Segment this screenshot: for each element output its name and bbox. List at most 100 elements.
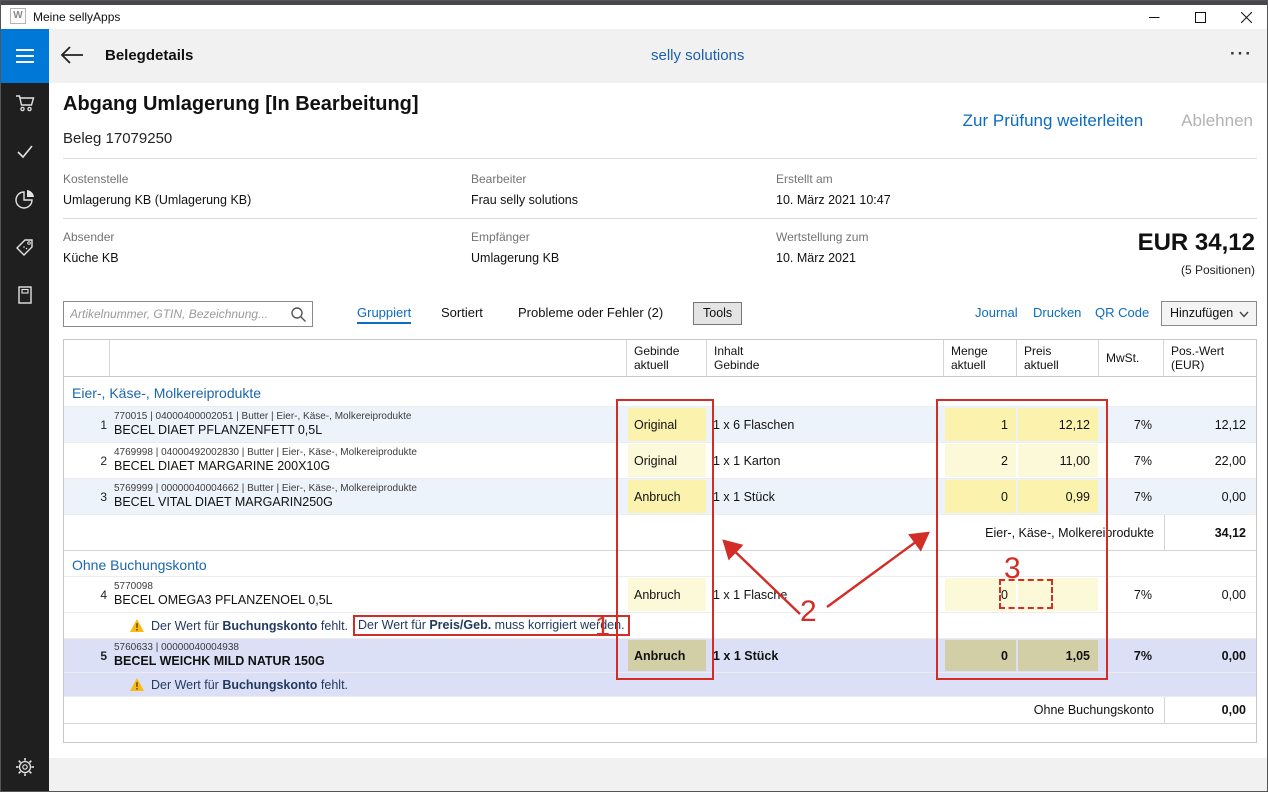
sidebar-item-settings[interactable] <box>13 755 37 779</box>
menge-cell[interactable]: 0 <box>945 640 1016 671</box>
document-total: EUR 34,12 <box>1138 229 1255 257</box>
preis-cell[interactable]: 11,00 <box>1018 444 1098 477</box>
gebinde-cell[interactable]: Anbruch <box>628 640 706 671</box>
content-bottom-area <box>49 758 1268 792</box>
check-icon <box>13 139 37 163</box>
article-name: BECEL VITAL DIAET MARGARIN250G <box>114 495 627 510</box>
col-header-inhalt: InhaltGebinde <box>707 340 944 376</box>
sidebar-item-reports[interactable] <box>13 187 37 211</box>
article-name: BECEL DIAET PFLANZENFETT 0,5L <box>114 423 627 438</box>
table-filler <box>64 724 1256 742</box>
gebinde-cell[interactable]: Anbruch <box>628 578 706 611</box>
annotation-box-warning: Der Wert für Preis/Geb. muss korrigiert … <box>353 615 630 636</box>
group-header-ohne-buchungskonto: Ohne Buchungskonto <box>64 551 1256 577</box>
document-actions: Zur Prüfung weiterleiten Ablehnen <box>963 111 1253 131</box>
positions-table: Gebindeaktuell InhaltGebinde Mengeaktuel… <box>63 339 1257 743</box>
maximize-icon <box>1195 12 1206 23</box>
app-header-bar: Belegdetails selly solutions ··· <box>1 29 1268 83</box>
sidebar-item-prices[interactable] <box>13 235 37 259</box>
document-number: Beleg 17079250 <box>63 130 172 147</box>
group-subtotal-row: Eier-, Käse-, Molkereiprodukte 34,12 <box>64 515 1256 551</box>
gebinde-cell[interactable]: Anbruch <box>628 480 706 513</box>
group-header-eier-kaese: Eier-, Käse-, Molkereiprodukte <box>64 377 1256 407</box>
warning-icon <box>130 619 144 632</box>
price-tag-icon <box>13 235 37 259</box>
search-box <box>63 301 313 327</box>
article-name: BECEL OMEGA3 PFLANZENOEL 0,5L <box>114 593 627 608</box>
table-row[interactable]: 1 770015 | 04000400002051 | Butter | Eie… <box>64 407 1256 443</box>
journal-link[interactable]: Journal <box>975 305 1018 320</box>
reject-button[interactable]: Ablehnen <box>1181 111 1253 130</box>
warning-text: Der Wert für Buchungskonto fehlt. <box>151 678 348 692</box>
tools-button[interactable]: Tools <box>693 302 742 325</box>
field-value-wertstellung: 10. März 2021 <box>776 251 856 265</box>
search-icon[interactable] <box>290 306 307 323</box>
group-subtotal-row: Ohne Buchungskonto 0,00 <box>64 697 1256 724</box>
page-title: Belegdetails <box>105 29 193 83</box>
hinzufuegen-label: Hinzufügen <box>1170 306 1233 320</box>
gebinde-cell[interactable]: Original <box>628 444 706 477</box>
close-icon <box>1241 12 1252 23</box>
menge-cell[interactable]: 0 <box>945 480 1016 513</box>
hinzufuegen-dropdown[interactable]: Hinzufügen <box>1161 301 1257 326</box>
back-arrow-icon <box>59 45 85 65</box>
preis-cell[interactable]: 0,99 <box>1018 480 1098 513</box>
back-button[interactable] <box>59 45 87 67</box>
menge-cell[interactable]: 1 <box>945 408 1016 441</box>
warning-row: Der Wert für Buchungskonto fehlt. Der We… <box>64 613 1256 639</box>
table-row[interactable]: 3 5769999 | 00000040004662 | Butter | Ei… <box>64 479 1256 515</box>
document-position-count: (5 Positionen) <box>1181 263 1255 277</box>
qr-code-link[interactable]: QR Code <box>1095 305 1149 320</box>
col-header-pos-wert: Pos.-Wert(EUR) <box>1164 340 1256 376</box>
article-meta: 5769999 | 00000040004662 | Butter | Eier… <box>114 483 627 495</box>
close-button[interactable] <box>1223 5 1268 29</box>
filter-probleme-oder-fehler[interactable]: Probleme oder Fehler (2) <box>518 305 663 320</box>
col-header-number <box>64 340 110 376</box>
col-header-menge: Mengeaktuell <box>944 340 1017 376</box>
preis-cell[interactable] <box>1018 578 1098 611</box>
app-center-title: selly solutions <box>651 29 744 83</box>
article-name: BECEL DIAET MARGARINE 200X10G <box>114 459 627 474</box>
warning-icon <box>130 678 144 691</box>
gear-icon <box>13 755 37 779</box>
article-meta: 5770098 <box>114 581 627 593</box>
preis-cell[interactable]: 1,05 <box>1018 640 1098 671</box>
filter-sortiert[interactable]: Sortiert <box>441 305 483 320</box>
sidebar-item-catalog[interactable] <box>13 283 37 307</box>
window-title: Meine sellyApps <box>33 5 120 29</box>
navigation-sidebar <box>1 83 49 792</box>
gebinde-cell[interactable]: Original <box>628 408 706 441</box>
filter-gruppiert[interactable]: Gruppiert <box>357 305 411 324</box>
col-header-gebinde: Gebindeaktuell <box>627 340 707 376</box>
minimize-icon <box>1149 12 1160 23</box>
warning-row: Der Wert für Buchungskonto fehlt. <box>64 673 1256 697</box>
document-title: Abgang Umlagerung [In Bearbeitung] <box>63 93 419 116</box>
maximize-button[interactable] <box>1177 5 1223 29</box>
drucken-link[interactable]: Drucken <box>1033 305 1081 320</box>
search-input[interactable] <box>64 302 286 326</box>
divider <box>63 158 1257 159</box>
article-meta: 5760633 | 00000040004938 <box>114 642 627 654</box>
forward-for-review-button[interactable]: Zur Prüfung weiterleiten <box>963 111 1143 130</box>
article-meta: 770015 | 04000400002051 | Butter | Eier-… <box>114 411 627 423</box>
pie-chart-icon <box>13 187 37 211</box>
field-value-erstellt-am: 10. März 2021 10:47 <box>776 193 891 207</box>
sidebar-item-approve[interactable] <box>13 139 37 163</box>
hamburger-menu-button[interactable] <box>1 29 49 83</box>
sidebar-item-cart[interactable] <box>13 91 37 115</box>
field-value-kostenstelle: Umlagerung KB (Umlagerung KB) <box>63 193 251 207</box>
hamburger-icon <box>16 49 34 63</box>
preis-cell[interactable]: 12,12 <box>1018 408 1098 441</box>
minimize-button[interactable] <box>1131 5 1177 29</box>
table-header-row: Gebindeaktuell InhaltGebinde Mengeaktuel… <box>64 340 1256 377</box>
divider <box>63 218 1257 219</box>
table-row[interactable]: 2 4769998 | 04000492002830 | Butter | Ei… <box>64 443 1256 479</box>
menge-cell[interactable]: 2 <box>945 444 1016 477</box>
title-bar: W Meine sellyApps <box>1 5 1268 29</box>
more-options-button[interactable]: ··· <box>1230 29 1253 83</box>
table-row-selected[interactable]: 5 5760633 | 00000040004938BECEL WEICHK M… <box>64 639 1256 673</box>
warning-text: Der Wert für Buchungskonto fehlt. <box>151 619 348 633</box>
col-header-article <box>110 340 627 376</box>
menge-cell[interactable]: 0 <box>945 578 1016 611</box>
table-row[interactable]: 4 5770098BECEL OMEGA3 PFLANZENOEL 0,5L A… <box>64 577 1256 613</box>
